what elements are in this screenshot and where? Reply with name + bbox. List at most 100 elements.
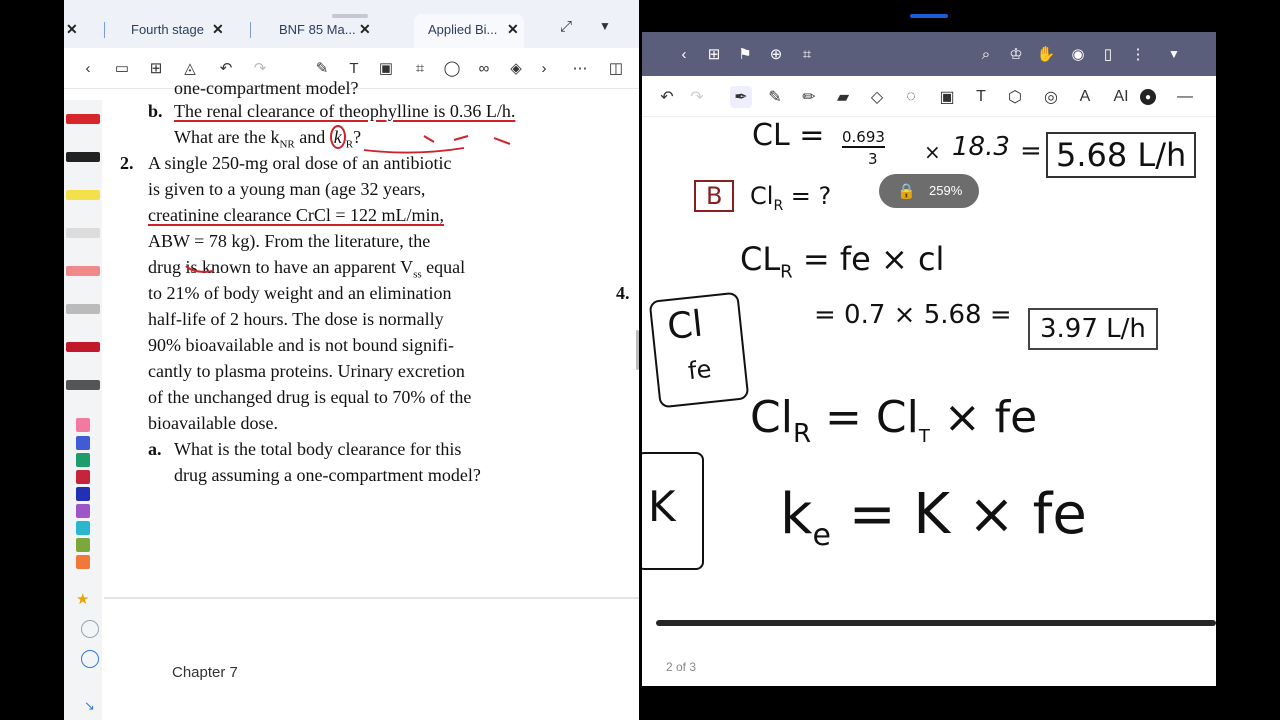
- grid-icon[interactable]: ⊞: [704, 44, 724, 64]
- note-calc: = 0.7 × 5.68 =: [814, 300, 1012, 330]
- bookmark-icon[interactable]: ⚑: [735, 44, 755, 64]
- highlighter-icon[interactable]: ▰: [832, 86, 854, 108]
- forward-icon[interactable]: ›: [534, 58, 554, 78]
- pen-icon[interactable]: ✒: [730, 86, 752, 108]
- notes-toolbar: ‹ ⊞ ⚑ ⊕ ⌗ ⌕ ♔ ✋ ◉ ▯ ⋮ ▼: [642, 32, 1216, 76]
- tab-separator: [104, 22, 105, 38]
- color-swatch[interactable]: [76, 470, 90, 484]
- crop-icon[interactable]: ⌗: [410, 58, 430, 78]
- tab-separator: [250, 22, 251, 38]
- sticker-icon[interactable]: ⬡: [1004, 86, 1026, 108]
- pencil-icon[interactable]: [66, 304, 100, 314]
- chevron-down-icon[interactable]: ▼: [599, 19, 611, 33]
- text-tool-icon[interactable]: T: [344, 58, 364, 78]
- star-icon[interactable]: ★: [76, 590, 89, 608]
- highlighter-icon[interactable]: [66, 190, 100, 200]
- image-icon[interactable]: ▣: [936, 86, 958, 108]
- shirt-icon[interactable]: ♔: [1006, 44, 1026, 64]
- note-vd: 18.3: [952, 132, 1010, 162]
- textbook-page: one-compartment model? b. The renal clea…: [114, 78, 634, 598]
- scrollbar[interactable]: [636, 330, 639, 370]
- link-icon[interactable]: ∞: [474, 58, 494, 78]
- note-cl-result: 5.68 L/h: [1046, 132, 1197, 178]
- note-frac-num: 0.693: [842, 128, 885, 148]
- lasso-icon[interactable]: [81, 620, 99, 638]
- close-icon[interactable]: ✕: [507, 21, 519, 38]
- lasso-icon[interactable]: ◌: [900, 86, 922, 108]
- color-swatch[interactable]: [76, 504, 90, 518]
- color-swatch[interactable]: [76, 436, 90, 450]
- shape-icon[interactable]: ◎: [1040, 86, 1062, 108]
- text-icon[interactable]: T: [970, 86, 992, 108]
- close-icon[interactable]: ✕: [66, 21, 78, 38]
- chevron-down-icon[interactable]: ▼: [1164, 44, 1184, 64]
- more-icon[interactable]: ⋯: [570, 58, 590, 78]
- layers-icon[interactable]: ◈: [506, 58, 526, 78]
- color-swatch[interactable]: [76, 538, 90, 552]
- marker-icon[interactable]: [66, 342, 100, 352]
- hand-icon[interactable]: ✋: [1036, 44, 1056, 64]
- eye-icon[interactable]: ◉: [1068, 44, 1088, 64]
- black-pen-icon[interactable]: [66, 152, 100, 162]
- pencil-icon[interactable]: ✏: [798, 86, 820, 108]
- text-box-icon[interactable]: A: [1074, 86, 1096, 108]
- note-frac-den: 3: [868, 150, 878, 168]
- undo-icon[interactable]: ↶: [656, 86, 678, 108]
- color-swatch[interactable]: [76, 418, 90, 432]
- chapter-label: Chapter 7: [172, 664, 238, 681]
- drag-handle[interactable]: [332, 14, 368, 18]
- lock-icon: 🔒: [897, 183, 916, 200]
- split-handle[interactable]: [910, 14, 948, 18]
- tab-applied-bi[interactable]: Applied Bi...: [428, 22, 497, 37]
- close-icon[interactable]: ✕: [359, 21, 371, 38]
- notes-pane: ‹ ⊞ ⚑ ⊕ ⌗ ⌕ ♔ ✋ ◉ ▯ ⋮ ▼ ↶ ↷ ✒ ✎ ✏ ▰ ◇ ◌ …: [642, 32, 1216, 686]
- pen-palette: ★ ↘: [64, 100, 102, 720]
- close-icon[interactable]: ✕: [212, 21, 224, 38]
- more-icon[interactable]: ⋮: [1128, 44, 1148, 64]
- add-page-icon[interactable]: ⊕: [766, 44, 786, 64]
- red-pen-icon[interactable]: [66, 114, 100, 124]
- crop-icon[interactable]: ⌗: [797, 44, 817, 64]
- eraser-icon[interactable]: ◇: [866, 86, 888, 108]
- eraser-icon[interactable]: [66, 228, 100, 238]
- fountain-pen-icon[interactable]: [66, 380, 100, 390]
- sidebar-icon[interactable]: ▯: [1098, 44, 1118, 64]
- undo-icon[interactable]: ↶: [216, 58, 236, 78]
- stroke-width-icon[interactable]: —: [1174, 86, 1196, 108]
- expand-icon[interactable]: ⤢: [560, 18, 572, 35]
- color-swatch[interactable]: [76, 555, 90, 569]
- color-swatch[interactable]: [76, 487, 90, 501]
- note-box-k: K: [642, 452, 704, 570]
- zoom-value: 259%: [929, 183, 963, 198]
- search-icon[interactable]: ⌕: [976, 44, 996, 64]
- redo-icon[interactable]: ↷: [686, 86, 708, 108]
- tab-fourth-stage[interactable]: Fourth stage: [131, 22, 204, 37]
- arrow-icon[interactable]: ↘: [84, 698, 95, 714]
- color-swatch[interactable]: [76, 521, 90, 535]
- note-ke-formula: ke = K × fe: [780, 482, 1087, 554]
- grid-icon[interactable]: ⊞: [146, 58, 166, 78]
- comment-icon[interactable]: ◯: [442, 58, 462, 78]
- page-view-icon[interactable]: ▭: [112, 58, 132, 78]
- redo-icon[interactable]: ↷: [250, 58, 270, 78]
- shape-icon[interactable]: [81, 650, 99, 668]
- pdf-reader-pane: ✕ Fourth stage ✕ BNF 85 Ma... ✕ Applied …: [64, 0, 639, 720]
- image-tool-icon[interactable]: ▣: [376, 58, 396, 78]
- tab-bar: ✕ Fourth stage ✕ BNF 85 Ma... ✕ Applied …: [64, 0, 639, 48]
- note-calc-result: 3.97 L/h: [1028, 308, 1158, 350]
- back-icon[interactable]: ‹: [78, 58, 98, 78]
- ai-icon[interactable]: AI: [1110, 86, 1132, 108]
- color-picker-icon[interactable]: ●: [1140, 89, 1156, 105]
- pink-pen-icon[interactable]: [66, 266, 100, 276]
- back-icon[interactable]: ‹: [674, 44, 694, 64]
- tab-bnf[interactable]: BNF 85 Ma...: [279, 22, 356, 37]
- note-clr-question: ClR = ?: [750, 182, 832, 214]
- color-swatch[interactable]: [76, 453, 90, 467]
- red-annotations: [185, 135, 511, 273]
- pen-icon[interactable]: ✎: [312, 58, 332, 78]
- ink-stroke: [656, 620, 1216, 626]
- note-question-b: B: [694, 180, 735, 212]
- ai-icon[interactable]: ◬: [180, 58, 200, 78]
- sidebar-toggle-icon[interactable]: ◫: [606, 58, 626, 78]
- fountain-pen-icon[interactable]: ✎: [764, 86, 786, 108]
